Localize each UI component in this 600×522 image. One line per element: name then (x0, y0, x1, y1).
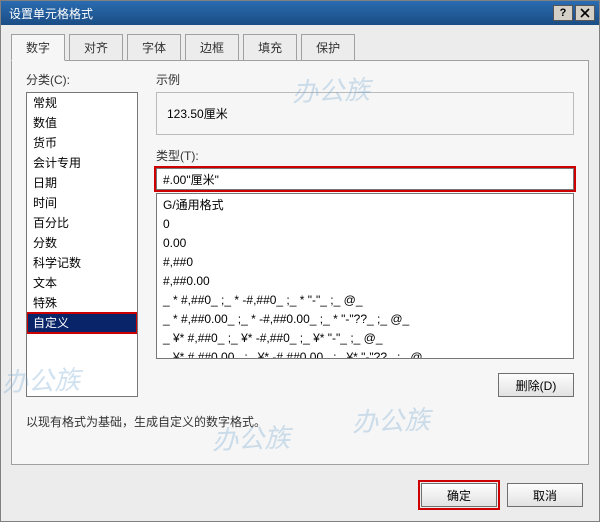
close-button[interactable] (575, 5, 595, 21)
list-item[interactable]: 时间 (27, 193, 137, 213)
format-item[interactable]: _ * #,##0_ ;_ * -#,##0_ ;_ * "-"_ ;_ @_ (157, 291, 573, 310)
sample-label: 示例 (156, 71, 574, 88)
category-label: 分类(C): (26, 71, 138, 88)
list-item[interactable]: 数值 (27, 113, 137, 133)
close-icon (580, 8, 590, 18)
help-button[interactable]: ? (553, 5, 573, 21)
format-listbox[interactable]: G/通用格式 0 0.00 #,##0 #,##0.00 _ * #,##0_ … (156, 193, 574, 359)
type-input[interactable] (156, 168, 574, 190)
list-item[interactable]: 百分比 (27, 213, 137, 233)
list-item[interactable]: 文本 (27, 273, 137, 293)
tab-number[interactable]: 数字 (11, 34, 65, 61)
list-item[interactable]: 分数 (27, 233, 137, 253)
format-item[interactable]: _ ¥* #,##0.00_ ;_ ¥* -#,##0.00_ ;_ ¥* "-… (157, 348, 573, 359)
delete-button[interactable]: 删除(D) (498, 373, 574, 397)
format-item[interactable]: #,##0.00 (157, 272, 573, 291)
detail-panel: 示例 123.50厘米 类型(T): G/通用格式 0 0.00 #,##0 #… (156, 71, 574, 397)
tab-fill[interactable]: 填充 (243, 34, 297, 61)
sample-box: 123.50厘米 (156, 92, 574, 135)
category-panel: 分类(C): 常规 数值 货币 会计专用 日期 时间 百分比 分数 科学记数 文… (26, 71, 138, 397)
dialog-footer: 确定 取消 (1, 473, 599, 521)
hint-text: 以现有格式为基础，生成自定义的数字格式。 (26, 413, 574, 430)
format-item[interactable]: #,##0 (157, 253, 573, 272)
cancel-button[interactable]: 取消 (507, 483, 583, 507)
tab-align[interactable]: 对齐 (69, 34, 123, 61)
format-item[interactable]: G/通用格式 (157, 196, 573, 215)
list-item[interactable]: 常规 (27, 93, 137, 113)
type-label: 类型(T): (156, 147, 574, 164)
tab-bar: 数字 对齐 字体 边框 填充 保护 (1, 25, 599, 60)
list-item[interactable]: 货币 (27, 133, 137, 153)
format-item[interactable]: 0 (157, 215, 573, 234)
dialog-window: 设置单元格格式 ? 数字 对齐 字体 边框 填充 保护 分类(C): 常规 数值… (0, 0, 600, 522)
ok-button[interactable]: 确定 (421, 483, 497, 507)
category-listbox[interactable]: 常规 数值 货币 会计专用 日期 时间 百分比 分数 科学记数 文本 特殊 自定… (26, 92, 138, 397)
window-title: 设置单元格格式 (9, 5, 551, 22)
format-item[interactable]: _ ¥* #,##0_ ;_ ¥* -#,##0_ ;_ ¥* "-"_ ;_ … (157, 329, 573, 348)
titlebar: 设置单元格格式 ? (1, 1, 599, 25)
list-item[interactable]: 特殊 (27, 293, 137, 313)
dialog-body: 分类(C): 常规 数值 货币 会计专用 日期 时间 百分比 分数 科学记数 文… (11, 60, 589, 465)
format-item[interactable]: 0.00 (157, 234, 573, 253)
tab-font[interactable]: 字体 (127, 34, 181, 61)
tab-border[interactable]: 边框 (185, 34, 239, 61)
delete-row: 删除(D) (156, 373, 574, 397)
list-item[interactable]: 科学记数 (27, 253, 137, 273)
upper-panel: 分类(C): 常规 数值 货币 会计专用 日期 时间 百分比 分数 科学记数 文… (26, 71, 574, 397)
list-item[interactable]: 会计专用 (27, 153, 137, 173)
tab-protect[interactable]: 保护 (301, 34, 355, 61)
list-item[interactable]: 日期 (27, 173, 137, 193)
format-item[interactable]: _ * #,##0.00_ ;_ * -#,##0.00_ ;_ * "-"??… (157, 310, 573, 329)
list-item-custom[interactable]: 自定义 (27, 313, 137, 333)
